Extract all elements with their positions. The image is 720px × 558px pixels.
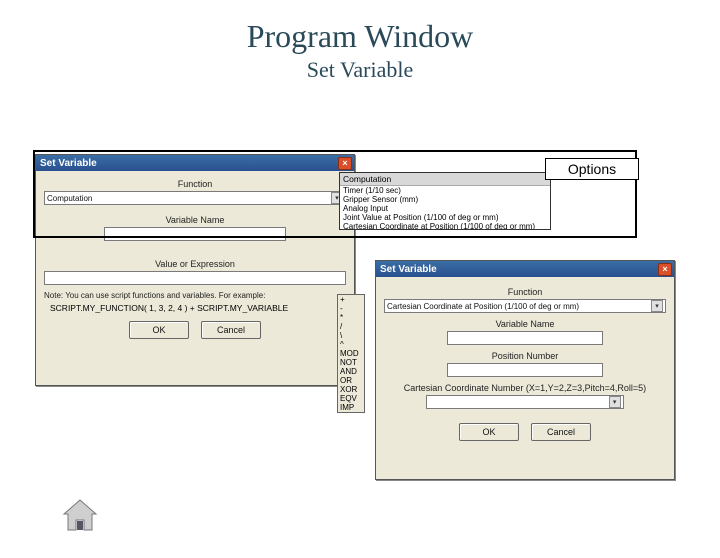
- list-item[interactable]: Joint Value at Position (1/100 of deg or…: [340, 213, 550, 222]
- titlebar[interactable]: Set Variable ×: [36, 155, 354, 171]
- dialog-title: Set Variable: [380, 264, 437, 275]
- note-text: Note: You can use script functions and v…: [44, 291, 346, 300]
- list-item[interactable]: Cartesian Coordinate at Position (1/100 …: [340, 222, 550, 230]
- function-dropdown[interactable]: Cartesian Coordinate at Position (1/100 …: [384, 299, 666, 313]
- home-icon[interactable]: [60, 498, 100, 534]
- function-value: Cartesian Coordinate at Position (1/100 …: [387, 302, 579, 311]
- list-item[interactable]: XOR: [338, 385, 364, 394]
- cancel-button[interactable]: Cancel: [531, 423, 591, 441]
- cartesian-coord-label: Cartesian Coordinate Number (X=1,Y=2,Z=3…: [384, 383, 666, 393]
- list-item[interactable]: Analog Input: [340, 204, 550, 213]
- list-item[interactable]: -: [338, 304, 364, 313]
- options-callout: Options: [545, 158, 639, 180]
- titlebar[interactable]: Set Variable ×: [376, 261, 674, 277]
- close-icon[interactable]: ×: [338, 157, 352, 170]
- dialog-title: Set Variable: [40, 158, 97, 169]
- page-subtitle: Set Variable: [0, 57, 720, 83]
- list-item[interactable]: MOD: [338, 349, 364, 358]
- list-item[interactable]: \: [338, 331, 364, 340]
- value-expression-label: Value or Expression: [44, 259, 346, 269]
- list-item[interactable]: EQV: [338, 394, 364, 403]
- set-variable-dialog-1: Set Variable × Function Computation ▾ Va…: [35, 154, 355, 386]
- example-text: SCRIPT.MY_FUNCTION( 1, 3, 2, 4 ) + SCRIP…: [44, 303, 346, 313]
- list-item[interactable]: ^: [338, 340, 364, 349]
- list-item[interactable]: Gripper Sensor (mm): [340, 195, 550, 204]
- variable-name-input[interactable]: [447, 331, 602, 345]
- list-item[interactable]: AND: [338, 367, 364, 376]
- position-number-label: Position Number: [384, 351, 666, 361]
- variable-name-label: Variable Name: [44, 215, 346, 225]
- ok-button[interactable]: OK: [129, 321, 189, 339]
- variable-name-input[interactable]: [104, 227, 285, 241]
- position-number-input[interactable]: [447, 363, 602, 377]
- close-icon[interactable]: ×: [658, 263, 672, 276]
- list-item[interactable]: /: [338, 322, 364, 331]
- cartesian-coord-dropdown[interactable]: ▾: [426, 395, 623, 409]
- function-dropdown-list[interactable]: Computation Timer (1/10 sec) Gripper Sen…: [339, 172, 551, 230]
- set-variable-dialog-2: Set Variable × Function Cartesian Coordi…: [375, 260, 675, 480]
- function-dropdown[interactable]: Computation ▾: [44, 191, 346, 205]
- chevron-down-icon[interactable]: ▾: [609, 396, 621, 408]
- page-title: Program Window: [0, 18, 720, 55]
- function-label: Function: [44, 179, 346, 189]
- value-expression-input[interactable]: [44, 271, 346, 285]
- variable-name-label: Variable Name: [384, 319, 666, 329]
- list-item[interactable]: *: [338, 313, 364, 322]
- function-label: Function: [384, 287, 666, 297]
- chevron-down-icon[interactable]: ▾: [651, 300, 663, 312]
- ok-button[interactable]: OK: [459, 423, 519, 441]
- list-item[interactable]: OR: [338, 376, 364, 385]
- list-item[interactable]: Timer (1/10 sec): [340, 186, 550, 195]
- cancel-button[interactable]: Cancel: [201, 321, 261, 339]
- list-item[interactable]: NOT: [338, 358, 364, 367]
- operator-list[interactable]: + - * / \ ^ MOD NOT AND OR XOR EQV IMP: [337, 294, 365, 413]
- list-item[interactable]: +: [338, 295, 364, 304]
- list-header: Computation: [340, 173, 550, 186]
- function-value: Computation: [47, 194, 92, 203]
- list-item[interactable]: IMP: [338, 403, 364, 412]
